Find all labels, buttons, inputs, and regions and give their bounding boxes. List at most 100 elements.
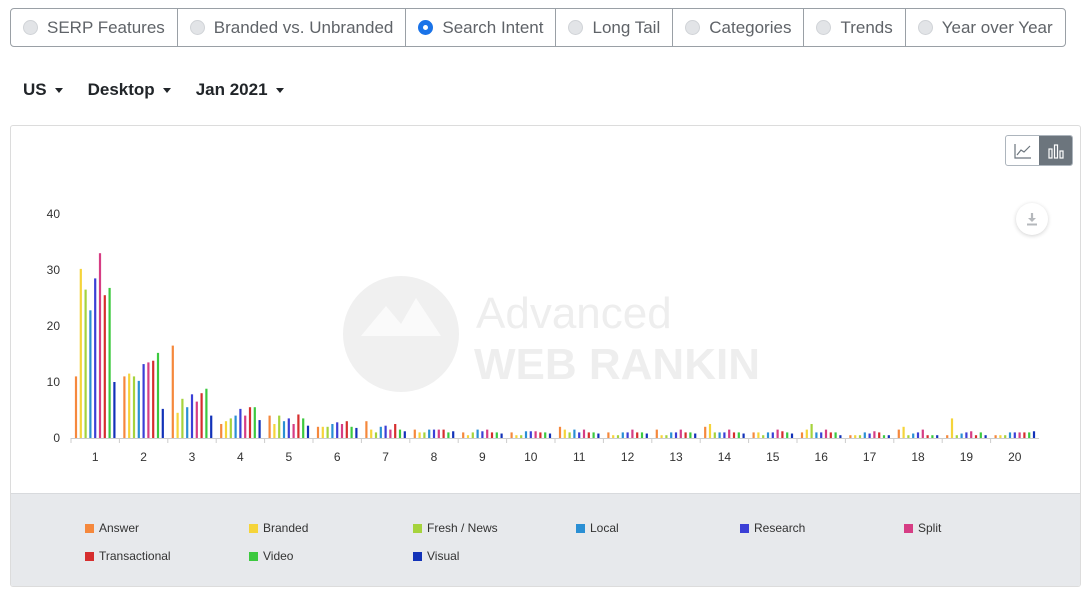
bar[interactable] [316,426,320,438]
bar[interactable] [128,373,131,438]
bar[interactable] [616,435,620,438]
bar[interactable] [195,401,198,438]
bar[interactable] [205,388,208,438]
bar[interactable] [515,435,518,438]
bar[interactable] [916,432,920,438]
bar[interactable] [171,345,174,438]
bar[interactable] [398,429,402,438]
bar[interactable] [374,432,378,438]
bar[interactable] [868,433,871,438]
bar[interactable] [413,429,416,438]
bar[interactable] [829,432,832,438]
bar[interactable] [757,432,760,438]
legend-item[interactable]: Research [740,521,805,535]
bar[interactable] [776,429,779,438]
bar[interactable] [210,415,213,438]
bar[interactable] [994,435,997,438]
bar[interactable] [524,431,528,438]
bar[interactable] [984,435,987,438]
bar[interactable] [626,432,629,438]
bar[interactable] [548,433,552,438]
bar[interactable] [960,433,963,438]
bar[interactable] [950,418,954,438]
tab-categories[interactable]: Categories [673,9,805,46]
line-chart-button[interactable] [1006,136,1039,165]
bar[interactable] [181,398,184,438]
bar[interactable] [907,435,910,438]
bar[interactable] [442,429,445,438]
bar[interactable] [679,429,682,438]
bar[interactable] [781,431,784,438]
bar[interactable] [520,435,523,438]
bar[interactable] [287,418,290,438]
bar[interactable] [137,380,140,438]
legend-item[interactable]: Local [576,521,619,535]
bar[interactable] [713,432,716,438]
bar[interactable] [403,431,406,438]
bar[interactable] [302,418,305,438]
bar[interactable] [578,432,581,438]
bar[interactable] [282,421,286,438]
bar[interactable] [655,429,658,438]
bar[interactable] [147,362,150,438]
bar[interactable] [955,435,958,438]
bar[interactable] [79,268,82,438]
bar[interactable] [999,435,1002,438]
bar[interactable] [471,432,474,438]
bar[interactable] [810,424,813,438]
bar[interactable] [229,418,232,438]
bar[interactable] [132,376,136,438]
legend-item[interactable]: Answer [85,521,139,535]
bar[interactable] [612,435,615,438]
bar[interactable] [786,432,789,438]
bar[interactable] [253,407,256,438]
bar[interactable] [582,429,586,438]
bar[interactable] [326,426,329,438]
bar[interactable] [108,287,111,438]
bar[interactable] [592,432,595,438]
bar[interactable] [321,426,324,438]
bar[interactable] [224,421,228,438]
bar[interactable] [621,432,624,438]
bar[interactable] [340,424,344,438]
bar[interactable] [704,426,707,438]
bar[interactable] [762,435,765,438]
bar[interactable] [331,424,334,438]
bar[interactable] [345,421,348,438]
bar[interactable] [1004,435,1007,438]
bar[interactable] [292,424,295,438]
bar[interactable] [432,429,436,438]
bar[interactable] [718,432,721,438]
bar[interactable] [965,432,968,438]
bar[interactable] [1013,432,1016,438]
bar[interactable] [156,352,160,438]
bar[interactable] [84,289,87,438]
bar[interactable] [495,432,498,438]
bar[interactable] [665,435,668,438]
legend-item[interactable]: Fresh / News [413,521,498,535]
tab-branded-vs-unbranded[interactable]: Branded vs. Unbranded [178,9,407,46]
bar[interactable] [239,408,242,438]
date-dropdown[interactable]: Jan 2021 [196,80,284,100]
bar[interactable] [936,435,939,438]
bar[interactable] [694,433,697,438]
bar[interactable] [389,429,392,438]
bar[interactable] [379,426,382,438]
bar[interactable] [858,435,862,438]
bar[interactable] [350,426,353,438]
bar[interactable] [297,414,300,438]
bar[interactable] [529,431,532,438]
bar[interactable] [737,432,740,438]
tab-year-over-year[interactable]: Year over Year [906,9,1065,46]
bar[interactable] [490,432,494,438]
bar[interactable] [766,432,770,438]
bar[interactable] [636,432,639,438]
bar[interactable] [921,429,924,438]
bar[interactable] [771,432,774,438]
bar[interactable] [486,429,489,438]
tab-long-tail[interactable]: Long Tail [556,9,674,46]
bar[interactable] [336,422,339,438]
bar[interactable] [732,432,736,438]
bar[interactable] [820,432,823,438]
bar[interactable] [1032,431,1036,438]
